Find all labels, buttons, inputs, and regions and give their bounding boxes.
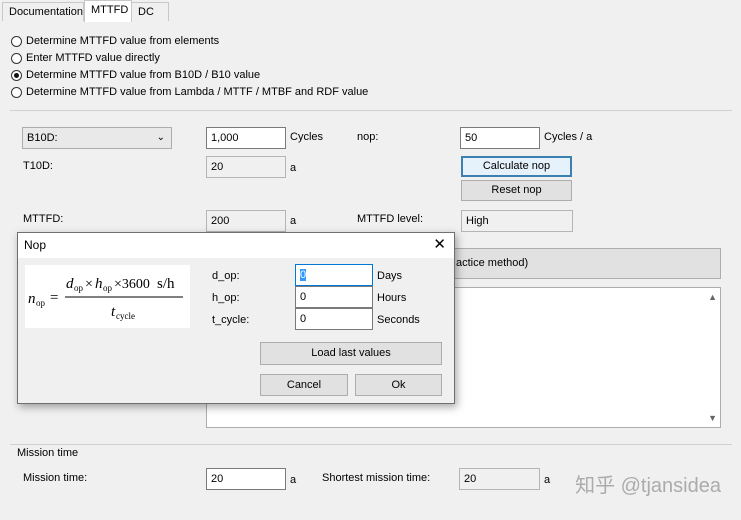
b10d-input[interactable]: 1,000 [206,127,286,149]
h-op-input[interactable]: 0 [295,286,373,308]
t-cycle-unit: Seconds [377,314,420,326]
t-cycle-label: t_cycle: [212,314,250,326]
tab-documentation[interactable]: Documentation [2,2,84,21]
mttfd-level-value: High [461,210,573,232]
radio-button[interactable] [11,52,22,64]
nop-label: nop: [357,131,379,143]
reset-nop-button[interactable]: Reset nop [461,180,572,201]
dialog-title: Nop [24,238,47,252]
b10d-unit: Cycles [290,131,324,143]
b10d-dropdown[interactable]: B10D: ⌄ [22,127,172,149]
t-cycle-input[interactable]: 0 [295,308,373,330]
divider [10,110,732,111]
mission-time-group-label: Mission time [17,446,83,460]
mttfd-level-label: MTTFD level: [357,213,423,225]
d-op-label: d_op: [212,270,240,282]
radio-label: Enter MTTFD value directly [26,52,160,64]
chevron-down-icon: ⌄ [156,132,165,143]
shortest-mission-time-label: Shortest mission time: [322,472,431,484]
tab-label: Documentation [9,6,83,18]
svg-text:d: d [66,276,74,292]
svg-text:cycle: cycle [116,311,135,321]
radio-from-lambda[interactable]: Determine MTTFD value from Lambda / MTTF… [11,84,368,100]
mission-time-unit: a [290,474,297,486]
ok-button[interactable]: Ok [355,374,442,396]
nop-formula-image: n op = d op × h op ×3600 s/h t cycle [25,265,190,328]
svg-text:op: op [36,298,46,308]
nop-input[interactable]: 50 [460,127,540,149]
calculate-nop-button[interactable]: Calculate nop [461,156,572,177]
svg-text:=: = [50,290,58,306]
t10d-value: 20 [206,156,286,178]
mttfd-unit: a [290,215,297,227]
cancel-button[interactable]: Cancel [260,374,348,396]
svg-text:op: op [103,283,113,293]
h-op-unit: Hours [377,292,407,304]
load-last-values-button[interactable]: Load last values [260,342,442,365]
scroll-up-icon[interactable]: ▲ [708,292,717,302]
svg-text:s/h: s/h [157,276,175,292]
radio-label: Determine MTTFD value from Lambda / MTTF… [26,86,369,98]
h-op-label: h_op: [212,292,240,304]
shortest-mission-time-value: 20 [459,468,540,490]
t10d-unit: a [290,162,297,174]
radio-from-elements[interactable]: Determine MTTFD value from elements [11,33,219,49]
d-op-value: 0 [300,269,307,281]
mttfd-value: 200 [206,210,286,232]
d-op-input[interactable]: 0 [295,264,373,286]
tab-label: DC [138,6,154,18]
svg-text:×3600: ×3600 [114,277,150,292]
mission-time-label: Mission time: [23,472,88,484]
t10d-label: T10D: [23,160,53,172]
method-button-label: actice method) [456,257,529,269]
nop-unit: Cycles / a [544,131,593,143]
radio-button[interactable] [11,35,22,47]
dropdown-value: B10D: [27,132,58,144]
radio-button-selected[interactable] [11,69,22,81]
scroll-down-icon[interactable]: ▼ [708,413,717,423]
svg-text:op: op [74,283,84,293]
radio-from-b10d[interactable]: Determine MTTFD value from B10D / B10 va… [11,67,260,83]
radio-enter-directly[interactable]: Enter MTTFD value directly [11,50,160,66]
radio-button[interactable] [11,86,22,98]
svg-text:×: × [85,277,93,292]
tab-mttfd[interactable]: MTTFD [84,0,132,22]
svg-text:n: n [28,291,36,307]
radio-label: Determine MTTFD value from B10D / B10 va… [26,69,261,81]
svg-text:h: h [95,276,103,292]
tab-bar: Documentation MTTFD DC [0,0,741,23]
radio-label: Determine MTTFD value from elements [26,35,220,47]
shortest-mission-time-unit: a [544,474,551,486]
d-op-unit: Days [377,270,403,282]
close-icon[interactable]: ✕ [433,236,446,254]
watermark: 知乎 @tjansidea [575,475,721,497]
tab-dc[interactable]: DC [131,2,169,21]
tab-label: MTTFD [91,4,129,16]
formula-svg: n op = d op × h op ×3600 s/h t cycle [28,276,183,321]
dialog-title-bar: Nop ✕ [18,233,454,258]
nop-dialog: Nop ✕ n op = d op × h op ×3600 s/h t cyc… [17,232,455,404]
mission-time-input[interactable]: 20 [206,468,286,490]
mttfd-label: MTTFD: [23,213,64,225]
